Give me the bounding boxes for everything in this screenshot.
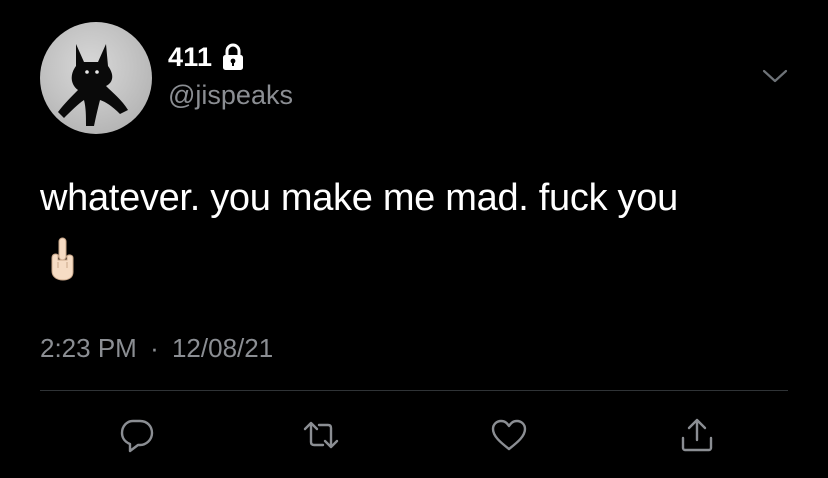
tweet-card: 411 @jispeaks whatever. you make me mad.… [0, 0, 828, 478]
lock-icon [223, 43, 244, 70]
handle[interactable]: @jispeaks [168, 80, 293, 111]
black-cat-avatar [58, 44, 128, 126]
share-icon[interactable] [678, 416, 716, 454]
author-row: 411 [168, 40, 246, 74]
avatar[interactable] [40, 22, 152, 134]
reply-icon[interactable] [118, 416, 156, 454]
divider [40, 390, 788, 391]
tweet-text: whatever. you make me mad. fuck you [40, 177, 678, 219]
timestamp-separator: · [150, 333, 159, 363]
chevron-down-icon[interactable] [760, 64, 790, 88]
timestamp[interactable]: 2:23 PM · 12/08/21 [40, 333, 273, 364]
display-name[interactable]: 411 [168, 42, 212, 73]
tweet-time: 2:23 PM [40, 333, 137, 363]
retweet-icon[interactable] [302, 416, 340, 454]
middle-finger-emoji [51, 237, 74, 281]
tweet-date: 12/08/21 [171, 333, 274, 363]
heart-icon[interactable] [490, 416, 528, 454]
